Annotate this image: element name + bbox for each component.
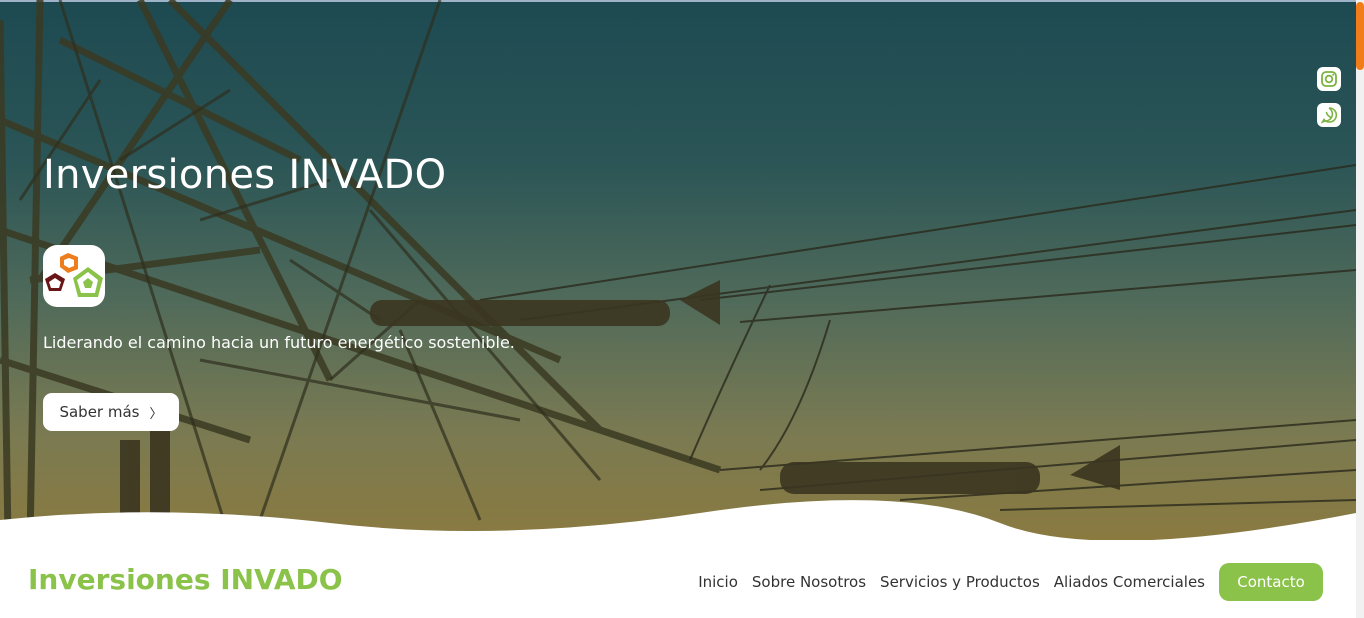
navbar-brand[interactable]: Inversiones INVADO xyxy=(28,563,343,596)
nav-link-sobre-nosotros[interactable]: Sobre Nosotros xyxy=(752,573,866,591)
instagram-link[interactable] xyxy=(1317,67,1341,91)
hero-title: Inversiones INVADO xyxy=(43,152,447,198)
nav-link-aliados-comerciales[interactable]: Aliados Comerciales xyxy=(1054,573,1205,591)
hero-section: Inversiones INVADO Liderando el camino h… xyxy=(0,0,1356,540)
scrollbar-thumb[interactable] xyxy=(1356,2,1364,70)
invado-logo xyxy=(43,245,105,307)
nav-link-inicio[interactable]: Inicio xyxy=(698,573,738,591)
nav-link-servicios-productos[interactable]: Servicios y Productos xyxy=(880,573,1040,591)
whatsapp-icon xyxy=(1320,107,1338,124)
wave-divider xyxy=(0,500,1356,545)
chevron-right-icon: 〉 xyxy=(149,406,163,422)
saber-mas-label: Saber más xyxy=(59,403,140,421)
page-scrollbar[interactable] xyxy=(1356,0,1364,618)
contacto-button[interactable]: Contacto xyxy=(1219,563,1323,601)
saber-mas-button[interactable]: Saber más 〉 xyxy=(43,393,179,431)
page: Inversiones INVADO Liderando el camino h… xyxy=(0,0,1364,618)
instagram-icon xyxy=(1321,71,1337,87)
whatsapp-link[interactable] xyxy=(1317,103,1341,127)
hero-tagline: Liderando el camino hacia un futuro ener… xyxy=(43,333,515,352)
main-navigation: Inicio Sobre Nosotros Servicios y Produc… xyxy=(698,563,1323,601)
power-tower-background xyxy=(0,0,1356,540)
